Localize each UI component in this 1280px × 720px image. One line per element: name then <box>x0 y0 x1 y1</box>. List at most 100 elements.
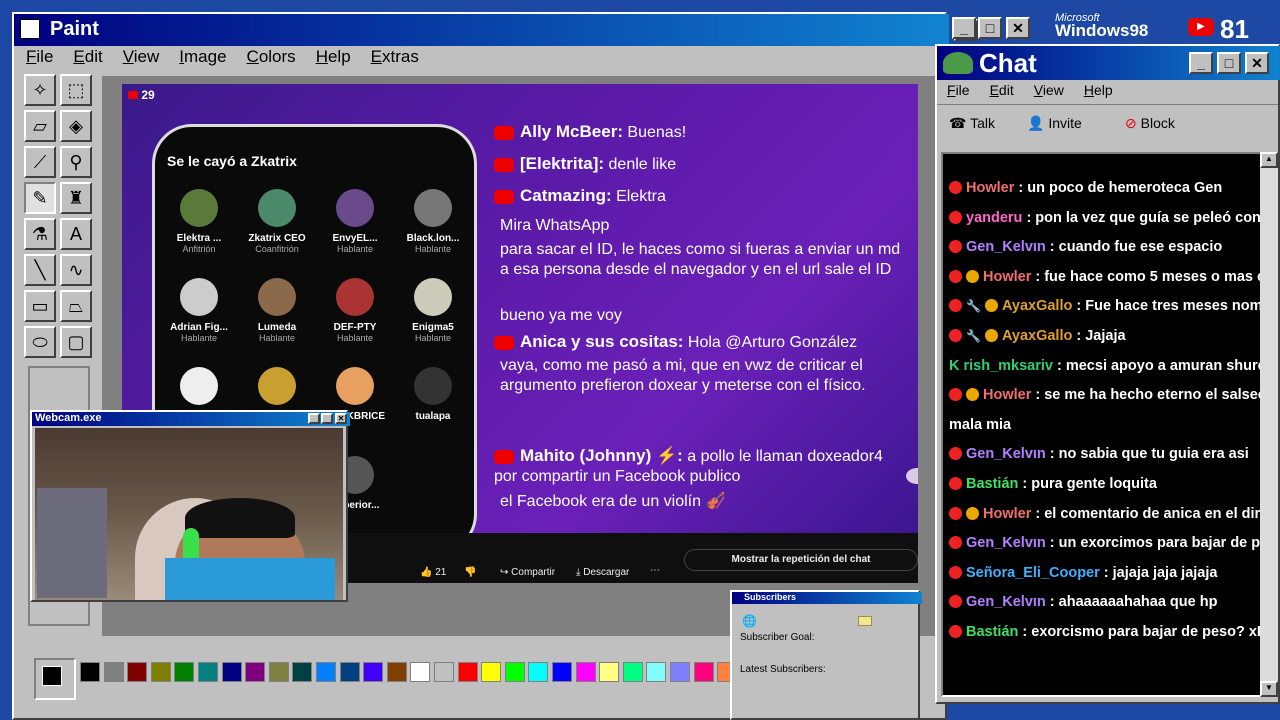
like-button[interactable]: 👍 21 <box>420 567 446 578</box>
menu-view[interactable]: View <box>113 47 170 67</box>
paint-minimize-button[interactable]: _ <box>952 17 976 39</box>
chat-username[interactable]: AyaxGallo <box>1002 328 1072 344</box>
polygon-icon[interactable]: ⏢ <box>60 290 92 322</box>
palette-swatch[interactable] <box>622 662 643 682</box>
participant[interactable]: DEF-PTY Hablante <box>315 278 395 343</box>
rect-select-icon[interactable]: ⬚ <box>60 74 92 106</box>
chat-username[interactable]: Howler <box>983 387 1031 403</box>
paint-maximize-button[interactable]: □ <box>978 17 1002 39</box>
free-select-icon[interactable]: ✧ <box>24 74 56 106</box>
download-button[interactable]: ⤓ Descargar <box>576 567 629 578</box>
chat-menu-view[interactable]: View <box>1024 82 1074 98</box>
invite-button[interactable]: 👤 Invite <box>1027 115 1082 132</box>
participant[interactable]: Elektra ... Anfitrión <box>159 189 239 254</box>
participant[interactable]: Enigma5 Hablante <box>393 278 473 343</box>
palette-swatch[interactable] <box>670 662 690 682</box>
ellipse-icon[interactable]: ⬭ <box>24 326 56 358</box>
block-button[interactable]: ⊘ Block <box>1125 115 1175 132</box>
palette-swatch[interactable] <box>386 662 407 682</box>
webcam-minimize-button[interactable] <box>308 413 320 424</box>
text-icon[interactable]: A <box>60 218 92 250</box>
chat-scrollbar[interactable]: ▲ ▼ <box>1260 152 1278 697</box>
eraser-icon[interactable]: ▱ <box>24 110 56 142</box>
chat-username[interactable]: Bastián <box>966 624 1018 640</box>
palette-swatch[interactable] <box>268 662 289 682</box>
palette-swatch[interactable] <box>339 662 360 682</box>
palette-swatch[interactable] <box>150 662 171 682</box>
brush-icon[interactable]: ♜ <box>60 182 92 214</box>
palette-swatch[interactable] <box>198 662 218 682</box>
chat-username[interactable]: Howler <box>983 269 1031 285</box>
palette-swatch[interactable] <box>599 662 620 682</box>
palette-swatch[interactable] <box>80 662 100 682</box>
scroll-up-arrow-icon[interactable]: ▲ <box>1260 152 1278 168</box>
chat-username[interactable]: yanderu <box>966 210 1022 226</box>
palette-swatch[interactable] <box>221 662 242 682</box>
dislike-button[interactable]: 👎 <box>464 567 476 578</box>
palette-swatch[interactable] <box>457 662 478 682</box>
color-picker-icon[interactable]: ⟋ <box>24 146 56 178</box>
rectangle-icon[interactable]: ▭ <box>24 290 56 322</box>
airbrush-icon[interactable]: ⚗ <box>24 218 56 250</box>
chat-menu-file[interactable]: File <box>937 82 980 98</box>
webcam-close-button[interactable]: ✕ <box>335 413 347 424</box>
paint-close-button[interactable]: ✕ <box>1006 17 1030 39</box>
chat-maximize-button[interactable]: □ <box>1217 52 1241 74</box>
fill-icon[interactable]: ◈ <box>60 110 92 142</box>
palette-swatch[interactable] <box>552 662 572 682</box>
rounded-rect-icon[interactable]: ▢ <box>60 326 92 358</box>
chat-minimize-button[interactable]: _ <box>1189 52 1213 74</box>
chat-menu-help[interactable]: Help <box>1074 82 1123 98</box>
menu-image[interactable]: Image <box>169 47 236 67</box>
share-button[interactable]: ↪ Compartir <box>500 567 555 578</box>
chat-username[interactable]: Howler <box>983 506 1031 522</box>
magnifier-icon[interactable]: ⚲ <box>60 146 92 178</box>
participant[interactable]: Zkatrix CEO Coanfitrión <box>237 189 317 254</box>
palette-swatch[interactable] <box>410 662 431 682</box>
menu-file[interactable]: File <box>16 47 63 67</box>
chat-username[interactable]: Howler <box>966 180 1014 196</box>
chat-username[interactable]: Gen_Kelvιn <box>966 594 1046 610</box>
pencil-icon[interactable]: ✎ <box>24 182 56 214</box>
talk-button[interactable]: ☎ Talk <box>949 115 995 132</box>
chat-username[interactable]: Gen_Kelvιn <box>966 239 1046 255</box>
menu-help[interactable]: Help <box>306 47 361 67</box>
chat-close-button[interactable]: ✕ <box>1245 52 1269 74</box>
palette-swatch[interactable] <box>693 662 714 682</box>
participant[interactable]: Lumeda Hablante <box>237 278 317 343</box>
palette-swatch[interactable] <box>504 662 525 682</box>
palette-swatch[interactable] <box>528 662 549 682</box>
participant[interactable]: tualapa <box>393 367 473 422</box>
menu-edit[interactable]: Edit <box>63 47 112 67</box>
palette-swatch[interactable] <box>245 662 266 682</box>
menu-extras[interactable]: Extras <box>361 47 429 67</box>
scroll-down-arrow-icon[interactable]: ▼ <box>1260 681 1278 697</box>
chat-username[interactable]: rish_mksariv <box>963 358 1052 374</box>
chat-username[interactable]: Bastián <box>966 476 1018 492</box>
menu-colors[interactable]: Colors <box>237 47 306 67</box>
palette-swatch[interactable] <box>434 662 454 682</box>
chat-username[interactable]: AyaxGallo <box>1002 298 1072 314</box>
palette-swatch[interactable] <box>646 662 667 682</box>
participant[interactable]: Black.lon... Hablante <box>393 189 473 254</box>
palette-swatch[interactable] <box>363 662 384 682</box>
chat-replay-button[interactable]: Mostrar la repetición del chat <box>684 549 918 571</box>
palette-swatch[interactable] <box>127 662 148 682</box>
foreground-color[interactable] <box>42 666 62 686</box>
more-button[interactable]: ⋯ <box>650 565 660 576</box>
palette-swatch[interactable] <box>174 662 195 682</box>
chat-username[interactable]: Señora_Eli_Cooper <box>966 565 1100 581</box>
palette-swatch[interactable] <box>316 662 336 682</box>
chat-username[interactable]: Gen_Kelvιn <box>966 446 1046 462</box>
participant[interactable]: Adrian Fig... Hablante <box>159 278 239 343</box>
chat-username[interactable]: Gen_Kelvιn <box>966 535 1046 551</box>
palette-swatch[interactable] <box>103 662 124 682</box>
participant[interactable]: EnvyEL... Hablante <box>315 189 395 254</box>
palette-swatch[interactable] <box>575 662 596 682</box>
curve-icon[interactable]: ∿ <box>60 254 92 286</box>
chat-menu-edit[interactable]: Edit <box>980 82 1024 98</box>
line-icon[interactable]: ╲ <box>24 254 56 286</box>
palette-swatch[interactable] <box>292 662 313 682</box>
webcam-maximize-button[interactable] <box>321 413 333 424</box>
palette-swatch[interactable] <box>481 662 502 682</box>
